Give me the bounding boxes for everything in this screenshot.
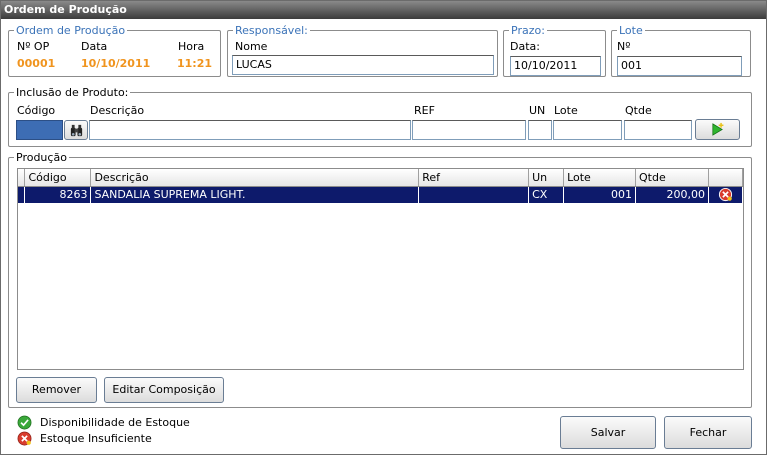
codigo-label: Código — [17, 104, 56, 117]
window-title: Ordem de Produção — [1, 1, 766, 19]
prazo-date-field[interactable]: 10/10/2011 — [510, 56, 601, 76]
editar-composicao-button[interactable]: Editar Composição — [104, 377, 224, 403]
col-header-descricao[interactable]: Descrição — [90, 169, 420, 187]
lote-no-label: Nº — [617, 40, 631, 53]
cell-un: CX — [528, 186, 565, 203]
legend-disponivel: Disponibilidade de Estoque — [17, 415, 190, 430]
cell-status[interactable] — [708, 186, 743, 203]
nome-field[interactable]: LUCAS — [232, 55, 494, 75]
lote-input[interactable] — [553, 120, 622, 140]
ordem-legend: Ordem de Produção — [16, 24, 126, 37]
data-value: 10/10/2011 — [81, 57, 151, 70]
production-table: Código Descrição Ref Un Lote Qtde 8263 S… — [18, 169, 743, 203]
lote-field[interactable]: 001 — [617, 56, 742, 76]
error-icon — [718, 188, 733, 202]
col-header-un[interactable]: Un — [528, 169, 565, 187]
cell-qtde: 200,00 — [635, 186, 709, 203]
col-header-codigo[interactable]: Código — [24, 169, 92, 187]
descricao-input[interactable] — [89, 120, 411, 140]
check-icon — [17, 415, 32, 430]
data-label: Data — [81, 40, 108, 53]
producao-legend: Produção — [16, 151, 67, 164]
lote-legend: Lote — [619, 24, 643, 37]
responsavel-legend: Responsável: — [235, 24, 308, 37]
legend-insuficiente-text: Estoque Insuficiente — [40, 432, 152, 445]
nome-label: Nome — [235, 40, 268, 53]
col-header-status — [708, 169, 743, 187]
production-order-window: Ordem de Produção Ordem de Produção Nº O… — [0, 0, 767, 455]
table-row[interactable]: 8263 SANDALIA SUPREMA LIGHT. CX 001 200,… — [18, 186, 743, 203]
prazo-data-label: Data: — [510, 40, 540, 53]
row-indicator — [18, 186, 26, 203]
qtde-input[interactable] — [624, 120, 692, 140]
cell-ref — [418, 186, 530, 203]
legend-disponivel-text: Disponibilidade de Estoque — [40, 416, 190, 429]
codigo-input[interactable] — [16, 120, 63, 140]
grid-header-row: Código Descrição Ref Un Lote Qtde — [18, 169, 743, 187]
op-label: Nº OP — [17, 40, 50, 53]
salvar-button[interactable]: Salvar — [560, 416, 656, 449]
cell-codigo: 8263 — [24, 186, 92, 203]
remover-button[interactable]: Remover — [16, 377, 97, 403]
lote-col-label: Lote — [554, 104, 578, 117]
binoculars-icon — [70, 124, 82, 137]
op-value: 00001 — [17, 57, 56, 70]
qtde-label: Qtde — [625, 104, 652, 117]
ref-label: REF — [414, 104, 435, 117]
un-label: UN — [529, 104, 546, 117]
grid-indicator-header — [18, 169, 26, 187]
cell-lote: 001 — [563, 186, 636, 203]
col-header-qtde[interactable]: Qtde — [635, 169, 709, 187]
add-product-button[interactable] — [695, 119, 740, 140]
error-icon — [17, 431, 32, 446]
prazo-legend: Prazo: — [511, 24, 545, 37]
col-header-lote[interactable]: Lote — [563, 169, 636, 187]
production-grid[interactable]: Código Descrição Ref Un Lote Qtde 8263 S… — [17, 168, 744, 370]
cell-descricao: SANDALIA SUPREMA LIGHT. — [90, 186, 420, 203]
inclusao-legend: Inclusão de Produto: — [16, 86, 129, 99]
descricao-label: Descrição — [90, 104, 145, 117]
fechar-button[interactable]: Fechar — [664, 416, 752, 449]
hora-label: Hora — [178, 40, 205, 53]
search-product-button[interactable] — [64, 120, 88, 140]
col-header-ref[interactable]: Ref — [418, 169, 530, 187]
ref-input[interactable] — [412, 120, 526, 140]
hora-value: 11:21 — [177, 57, 213, 70]
legend-insuficiente: Estoque Insuficiente — [17, 431, 152, 446]
un-input[interactable] — [528, 120, 552, 140]
play-add-icon — [712, 122, 724, 136]
